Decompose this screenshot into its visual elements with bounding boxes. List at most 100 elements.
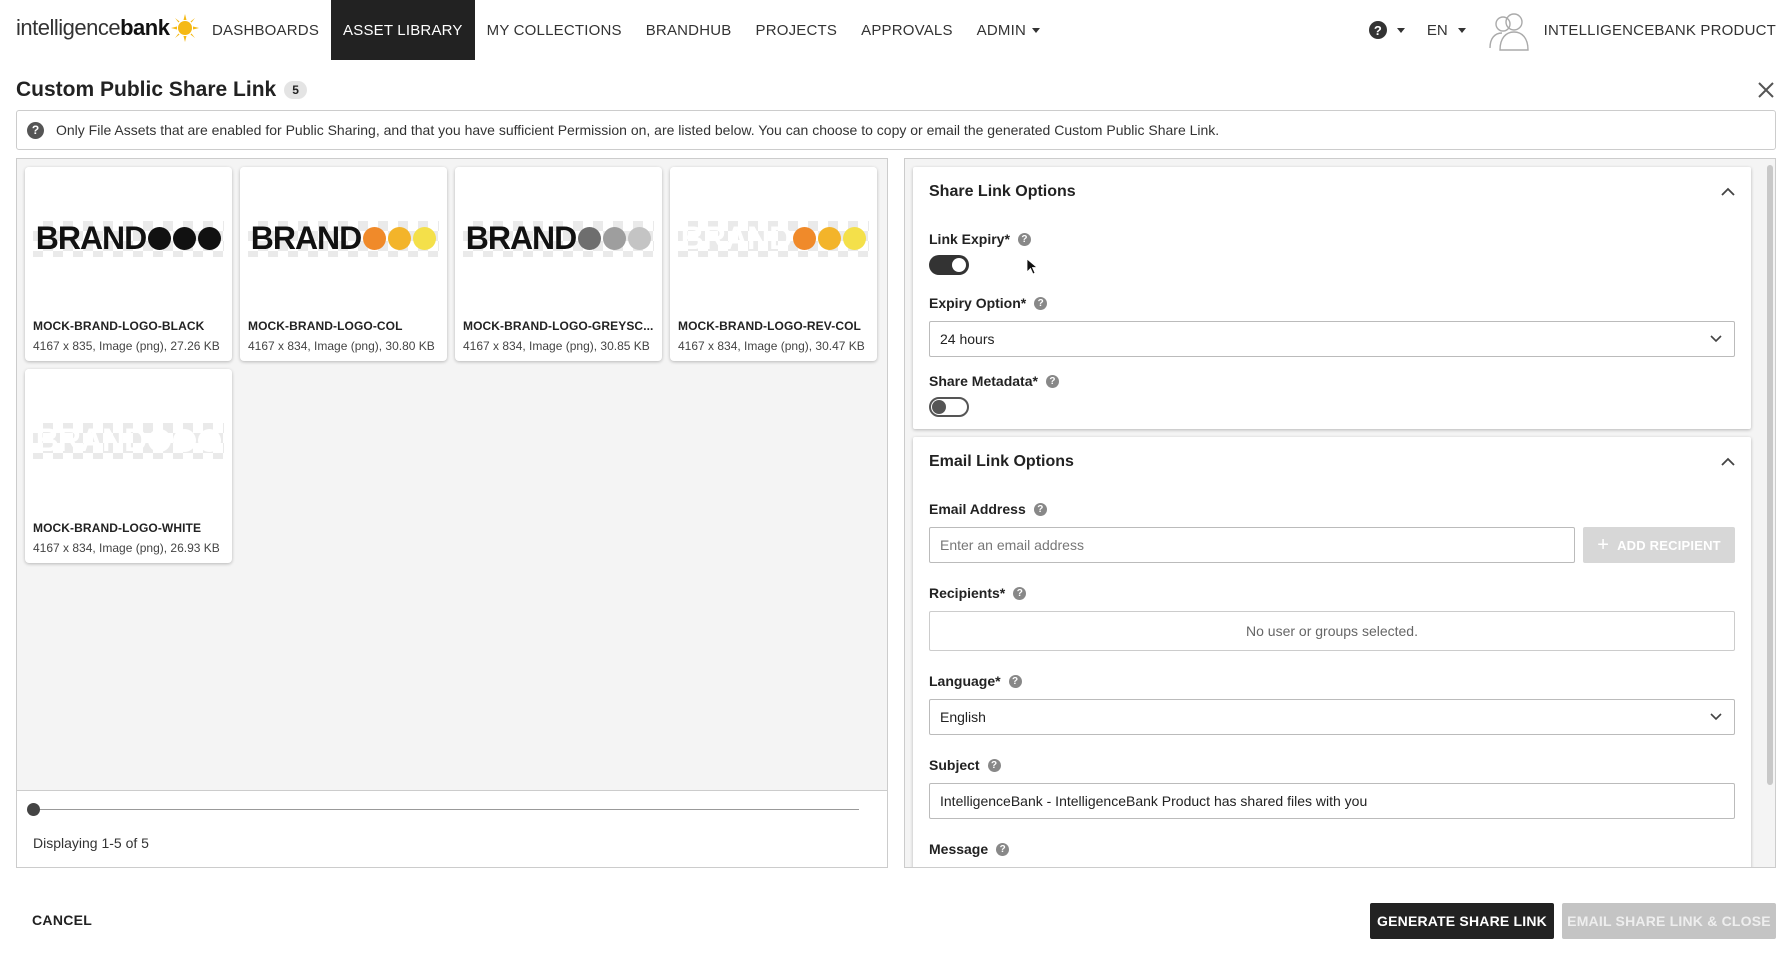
brand-logo-dot [578,226,602,250]
chevron-up-icon[interactable] [1721,457,1735,467]
intelligencebank-logo[interactable]: intelligencebank [16,14,200,42]
brand-logo-dot [173,428,197,452]
nav-approvals[interactable]: APPROVALS [849,0,965,60]
share-metadata-label: Share Metadata*? [929,373,1059,389]
brand-logo-dot [363,226,387,250]
asset-info: MOCK-BRAND-LOGO-BLACK 4167 x 835, Image (… [25,309,232,353]
share-metadata-label-text: Share Metadata* [929,373,1038,389]
asset-title: MOCK-BRAND-LOGO-WHITE [33,521,202,535]
help-icon[interactable]: ? [1033,502,1047,516]
nav-dashboards[interactable]: DASHBOARDS [200,0,331,60]
asset-count-badge: 5 [284,81,307,99]
add-recipient-button[interactable]: + ADD RECIPIENT [1583,527,1735,563]
message-textarea[interactable] [929,867,1735,868]
nav-admin[interactable]: ADMIN [965,0,1052,60]
language-value: English [940,709,986,725]
email-address-input[interactable]: Enter an email address [929,527,1575,563]
nav-brandhub[interactable]: BRANDHUB [634,0,744,60]
language-menu[interactable]: EN [1427,22,1466,39]
brand-logo-dot [173,226,197,250]
asset-info: MOCK-BRAND-LOGO-REV-COL 4167 x 834, Image… [670,309,877,353]
expiry-option-select[interactable]: 24 hours [929,321,1735,357]
email-share-link-close-button[interactable]: EMAIL SHARE LINK & CLOSE [1562,903,1776,939]
asset-card[interactable]: BRAND MOCK-BRAND-LOGO-COL 4167 x 834, Imag… [240,167,447,361]
user-menu[interactable]: INTELLIGENCEBANK PRODUCT [1488,8,1776,52]
brand-logo-dot [603,226,627,250]
help-menu[interactable]: ? [1368,21,1405,39]
recipients-list: No user or groups selected. [929,611,1735,651]
share-metadata-toggle[interactable] [929,397,969,417]
chevron-up-icon[interactable] [1721,187,1735,197]
help-icon[interactable]: ? [1045,374,1059,388]
email-link-options-section: Email Link Options Email Address? Enter … [913,437,1751,868]
brand-logo-dot [148,226,172,250]
asset-card[interactable]: BRAND MOCK-BRAND-LOGO-REV-COL 4167 x 834, … [670,167,877,361]
brand-logo-preview: BRAND [36,422,222,459]
close-icon[interactable] [1756,80,1776,100]
user-avatar-icon [1488,13,1529,51]
subject-label-text: Subject [929,757,980,773]
language-select[interactable]: English [929,699,1735,735]
asset-thumbnail[interactable]: BRAND [240,167,447,309]
asset-title: MOCK-BRAND-LOGO-GREYSC... [463,319,654,333]
brand-logo-dot [818,226,842,250]
nav-projects[interactable]: PROJECTS [743,0,849,60]
generate-share-link-button[interactable]: GENERATE SHARE LINK [1370,903,1554,939]
recipients-label: Recipients*? [929,585,1027,601]
expiry-option-value: 24 hours [940,331,995,347]
asset-card[interactable]: BRAND MOCK-BRAND-LOGO-BLACK 4167 x 835, Im… [25,167,232,361]
asset-meta: 4167 x 834, Image (png), 26.93 KB [33,541,220,555]
asset-thumbnail[interactable]: BRAND [25,167,232,309]
chevron-down-icon [1710,713,1722,721]
asset-thumbnail[interactable]: BRAND [670,167,877,309]
thumbnail-size-slider[interactable] [33,809,859,810]
asset-card[interactable]: BRAND MOCK-BRAND-LOGO-WHITE 4167 x 834, Im… [25,369,232,563]
asset-info: MOCK-BRAND-LOGO-GREYSC... 4167 x 834, Ima… [455,309,662,353]
message-label-text: Message [929,841,989,857]
asset-title: MOCK-BRAND-LOGO-BLACK [33,319,205,333]
link-expiry-label: Link Expiry*? [929,231,1031,247]
brand-logo-text: BRAND [250,219,363,256]
section-title: Share Link Options [929,183,1076,200]
main-nav: DASHBOARDS ASSET LIBRARY MY COLLECTIONS … [200,0,1052,60]
cancel-button[interactable]: CANCEL [32,912,92,928]
link-expiry-toggle[interactable] [929,255,969,275]
help-icon[interactable]: ? [987,758,1001,772]
brand-logo-preview: BRAND [681,220,867,257]
help-icon[interactable]: ? [1017,232,1031,246]
language-label-text: Language* [929,673,1001,689]
brand-logo-dot [628,226,652,250]
asset-thumbnail[interactable]: BRAND [455,167,662,309]
brand-logo-preview: BRAND [36,220,222,257]
brand-logo-dot [148,428,172,452]
asset-thumbnail[interactable]: BRAND [25,369,232,511]
asset-meta: 4167 x 834, Image (png), 30.85 KB [463,339,650,353]
info-banner: ? Only File Assets that are enabled for … [16,110,1776,150]
asset-grid-footer: Displaying 1-5 of 5 [17,790,887,867]
options-scrollbar[interactable] [1767,165,1773,785]
subject-input[interactable]: IntelligenceBank - IntelligenceBank Prod… [929,783,1735,819]
email-placeholder: Enter an email address [940,537,1084,553]
help-icon[interactable]: ? [1008,674,1022,688]
brand-logo-preview: BRAND [466,220,652,257]
help-icon[interactable]: ? [1034,296,1048,310]
nav-asset-library[interactable]: ASSET LIBRARY [331,0,475,60]
help-icon: ? [27,121,44,139]
subject-value: IntelligenceBank - IntelligenceBank Prod… [940,793,1368,809]
chevron-down-icon [1710,335,1722,343]
section-title: Email Link Options [929,453,1074,470]
asset-title: MOCK-BRAND-LOGO-COL [248,319,403,333]
asset-meta: 4167 x 835, Image (png), 27.26 KB [33,339,220,353]
expiry-option-label-text: Expiry Option* [929,295,1027,311]
help-icon[interactable]: ? [1013,586,1027,600]
page-header: Custom Public Share Link 5 [16,78,307,102]
email-address-label: Email Address? [929,501,1047,517]
slider-handle[interactable] [27,803,40,816]
nav-my-collections[interactable]: MY COLLECTIONS [475,0,634,60]
asset-meta: 4167 x 834, Image (png), 30.47 KB [678,339,865,353]
asset-card[interactable]: BRAND MOCK-BRAND-LOGO-GREYSC... 4167 x 834… [455,167,662,361]
recipients-empty-text: No user or groups selected. [1246,623,1418,639]
help-icon[interactable]: ? [996,842,1010,856]
nav-right: ? EN INTELLIGENCEBANK PRODUCT [1347,0,1776,60]
brand-logo-dot [388,226,412,250]
